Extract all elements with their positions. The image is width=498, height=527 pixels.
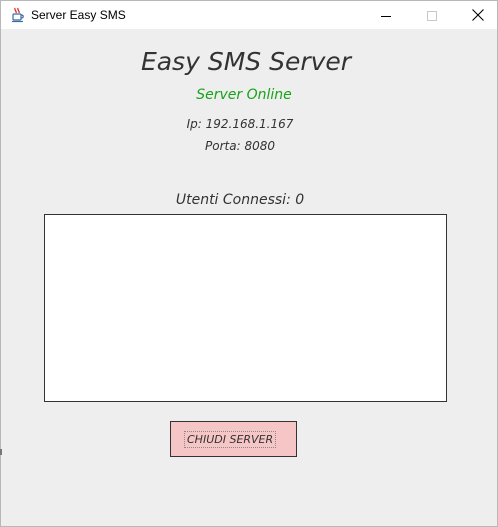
main-panel: Easy SMS Server Server Online Ip: 192.16… (1, 29, 497, 526)
app-window: Server Easy SMS Easy SMS Server Server O… (0, 0, 498, 527)
window-title: Server Easy SMS (31, 8, 126, 22)
maximize-button[interactable] (409, 1, 455, 29)
close-window-button[interactable] (455, 1, 498, 29)
app-title: Easy SMS Server (140, 47, 352, 76)
connected-users-list[interactable] (44, 214, 447, 402)
minimize-button[interactable] (363, 1, 409, 29)
ip-address: Ip: 192.168.1.167 (186, 117, 294, 131)
close-icon (472, 6, 484, 25)
title-bar[interactable]: Server Easy SMS (1, 1, 497, 29)
close-server-button[interactable]: CHIUDI SERVER (170, 421, 297, 457)
server-status: Server Online (196, 87, 292, 103)
connected-users-count: Utenti Connessi: 0 (175, 192, 305, 208)
java-cup-icon (10, 7, 26, 23)
port-number: Porta: 8080 (205, 139, 275, 153)
minimize-icon (381, 6, 391, 25)
resize-edge-marker (0, 449, 2, 455)
close-server-label: CHIUDI SERVER (184, 431, 277, 448)
maximize-icon (427, 6, 437, 25)
